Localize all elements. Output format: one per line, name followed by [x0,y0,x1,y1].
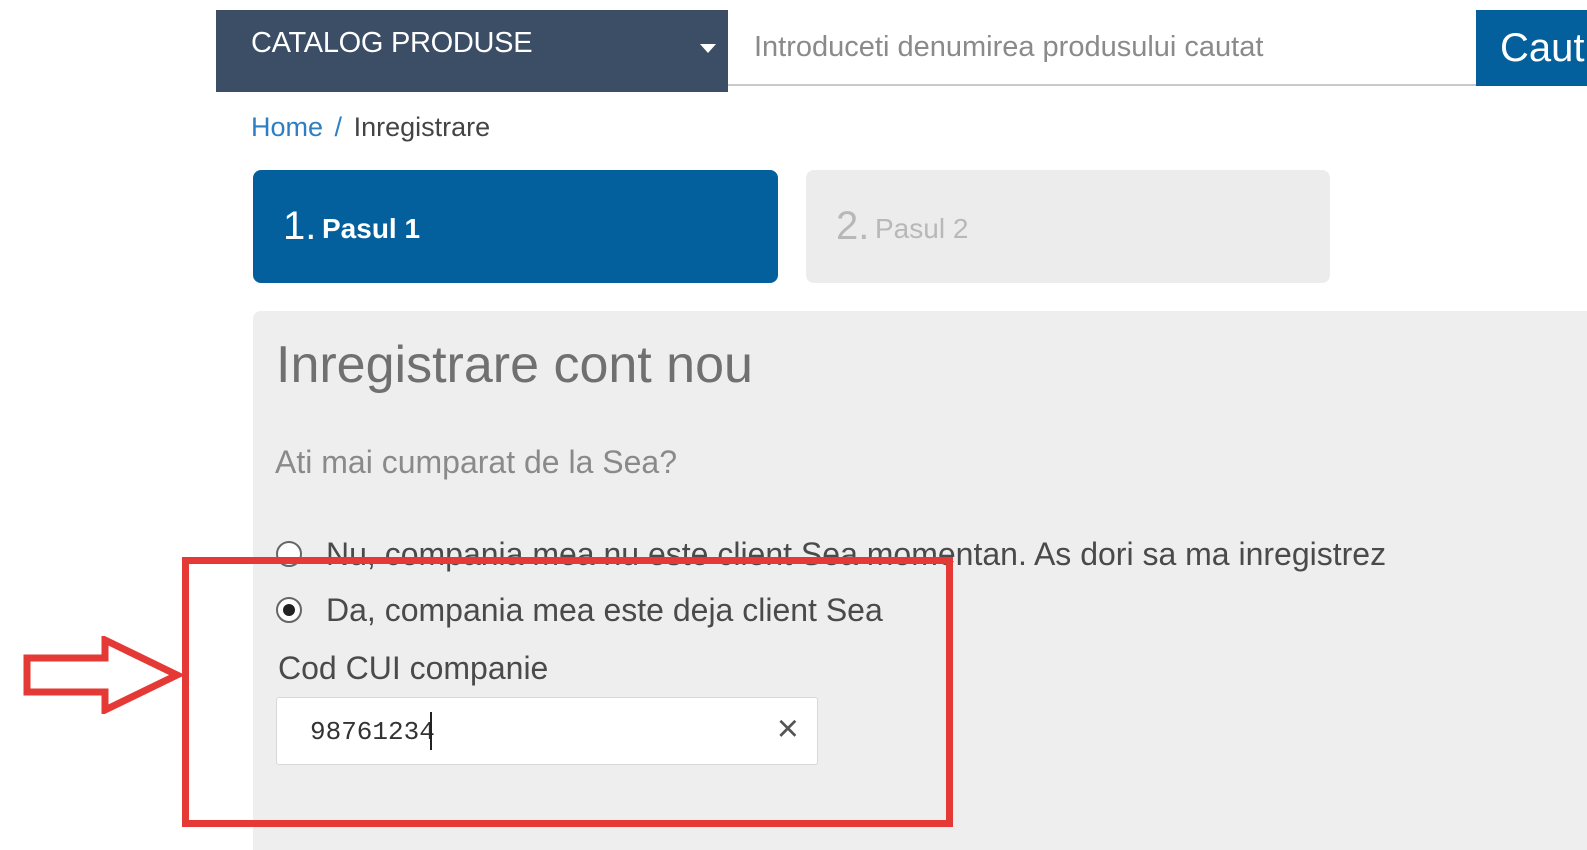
radio-icon[interactable] [276,541,302,567]
step-number: 1. [283,204,317,248]
cui-field-label: Cod CUI companie [278,650,549,686]
arrow-right-icon [23,636,183,714]
customer-question: Ati mai cumparat de la Sea? [275,444,677,480]
radio-icon[interactable] [276,597,302,623]
radio-label: Da, compania mea este deja client Sea [326,592,883,628]
step-number: 2. [836,204,870,248]
step-tab-1[interactable]: 1. Pasul 1 [253,170,778,283]
cui-field[interactable]: 98761234 × [276,697,818,765]
step-tab-2[interactable]: 2. Pasul 2 [806,170,1330,283]
breadcrumb-separator: / [334,112,343,142]
search-input[interactable] [728,10,1476,86]
chevron-down-icon [700,44,716,53]
close-icon[interactable]: × [777,708,799,751]
step-label: Pasul 2 [875,213,969,244]
page-title: Inregistrare cont nou [276,336,753,394]
catalog-label: CATALOG PRODUSE [251,27,533,59]
text-cursor [430,712,432,750]
catalog-dropdown[interactable]: CATALOG PRODUSE [216,10,728,92]
page-gutter [0,0,203,850]
breadcrumb: Home / Inregistrare [251,112,490,143]
radio-label: Nu, compania mea nu este client Sea mome… [326,536,1387,572]
cui-value: 98761234 [310,717,435,747]
breadcrumb-home-link[interactable]: Home [251,112,323,142]
breadcrumb-current: Inregistrare [353,112,491,142]
search-button[interactable]: Caut [1476,10,1587,86]
step-label: Pasul 1 [322,213,421,244]
